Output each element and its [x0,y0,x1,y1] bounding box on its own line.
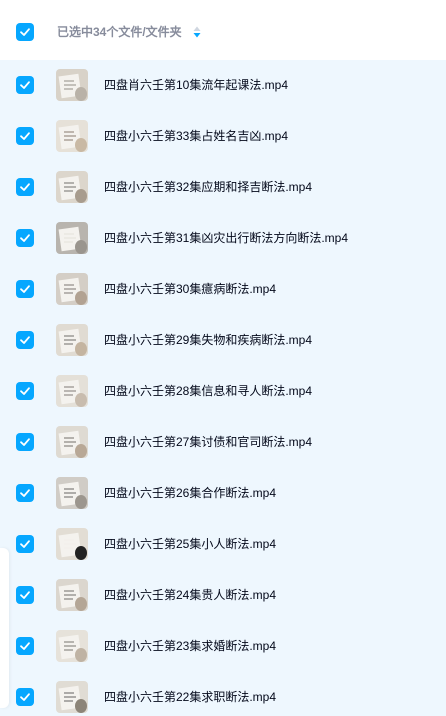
file-checkbox[interactable] [16,535,34,553]
file-checkbox[interactable] [16,484,34,502]
file-name: 四盘小六壬第24集贵人断法.mp4 [104,588,277,602]
file-row[interactable]: 四盘小六壬第33集占姓名吉凶.mp4 [0,111,446,162]
video-thumbnail [56,69,88,101]
file-name: 四盘小六壬第27集讨债和官司断法.mp4 [104,435,313,449]
check-icon [20,81,30,89]
file-checkbox[interactable] [16,382,34,400]
file-row[interactable]: 四盘小六壬第26集合作断法.mp4 [0,468,446,519]
video-thumbnail [56,426,88,458]
file-name: 四盘小六壬第33集占姓名吉凶.mp4 [104,129,289,143]
file-row[interactable]: 四盘小六壬第27集讨债和官司断法.mp4 [0,417,446,468]
file-name: 四盘小六壬第22集求职断法.mp4 [104,690,277,704]
check-icon [20,183,30,191]
check-icon [20,285,30,293]
video-thumbnail [56,324,88,356]
check-icon [20,540,30,548]
check-icon [20,28,30,36]
file-checkbox[interactable] [16,433,34,451]
file-row[interactable]: 四盘小六壬第31集凶灾出行断法方向断法.mp4 [0,213,446,264]
file-row[interactable]: 四盘小六壬第30集癔病断法.mp4 [0,264,446,315]
file-checkbox[interactable] [16,178,34,196]
file-row[interactable]: 四盘小六壬第22集求职断法.mp4 [0,672,446,716]
video-thumbnail [56,273,88,305]
file-checkbox[interactable] [16,280,34,298]
side-drawer-handle[interactable] [0,548,9,708]
file-row[interactable]: 四盘肖六壬第10集流年起课法.mp4 [0,60,446,111]
file-name: 四盘小六壬第31集凶灾出行断法方向断法.mp4 [104,231,349,245]
check-icon [20,591,30,599]
file-checkbox[interactable] [16,127,34,145]
file-row[interactable]: 四盘小六壬第23集求婚断法.mp4 [0,621,446,672]
file-checkbox[interactable] [16,688,34,706]
file-checkbox[interactable] [16,586,34,604]
check-icon [20,438,30,446]
selected-count-label: 已选中34个文件/文件夹 [57,25,182,39]
select-all-checkbox[interactable] [16,23,34,41]
file-name: 四盘小六壬第28集信息和寻人断法.mp4 [104,384,313,398]
file-name: 四盘小六壬第29集失物和疾病断法.mp4 [104,333,313,347]
file-checkbox[interactable] [16,331,34,349]
check-icon [20,642,30,650]
selection-header: 已选中34个文件/文件夹 [0,0,446,60]
file-row[interactable]: 四盘小六壬第25集小人断法.mp4 [0,519,446,570]
video-thumbnail [56,528,88,560]
check-icon [20,489,30,497]
file-row[interactable]: 四盘小六壬第32集应期和择吉断法.mp4 [0,162,446,213]
video-thumbnail [56,579,88,611]
file-row[interactable]: 四盘小六壬第24集贵人断法.mp4 [0,570,446,621]
video-thumbnail [56,681,88,713]
video-thumbnail [56,375,88,407]
video-thumbnail [56,120,88,152]
check-icon [20,336,30,344]
sort-toggle-icon[interactable] [193,26,201,38]
video-thumbnail [56,222,88,254]
check-icon [20,132,30,140]
file-checkbox[interactable] [16,637,34,655]
file-checkbox[interactable] [16,229,34,247]
check-icon [20,387,30,395]
file-row[interactable]: 四盘小六壬第29集失物和疾病断法.mp4 [0,315,446,366]
check-icon [20,693,30,701]
file-list: 四盘肖六壬第10集流年起课法.mp4 四盘小六壬第33集占姓名吉凶.mp4 四盘小六… [0,60,446,716]
file-name: 四盘小六壬第30集癔病断法.mp4 [104,282,277,296]
video-thumbnail [56,477,88,509]
file-name: 四盘小六壬第25集小人断法.mp4 [104,537,277,551]
check-icon [20,234,30,242]
file-name: 四盘小六壬第23集求婚断法.mp4 [104,639,277,653]
file-name: 四盘小六壬第32集应期和择吉断法.mp4 [104,180,313,194]
file-name: 四盘肖六壬第10集流年起课法.mp4 [104,78,289,92]
file-name: 四盘小六壬第26集合作断法.mp4 [104,486,277,500]
file-checkbox[interactable] [16,76,34,94]
video-thumbnail [56,171,88,203]
file-row[interactable]: 四盘小六壬第28集信息和寻人断法.mp4 [0,366,446,417]
video-thumbnail [56,630,88,662]
